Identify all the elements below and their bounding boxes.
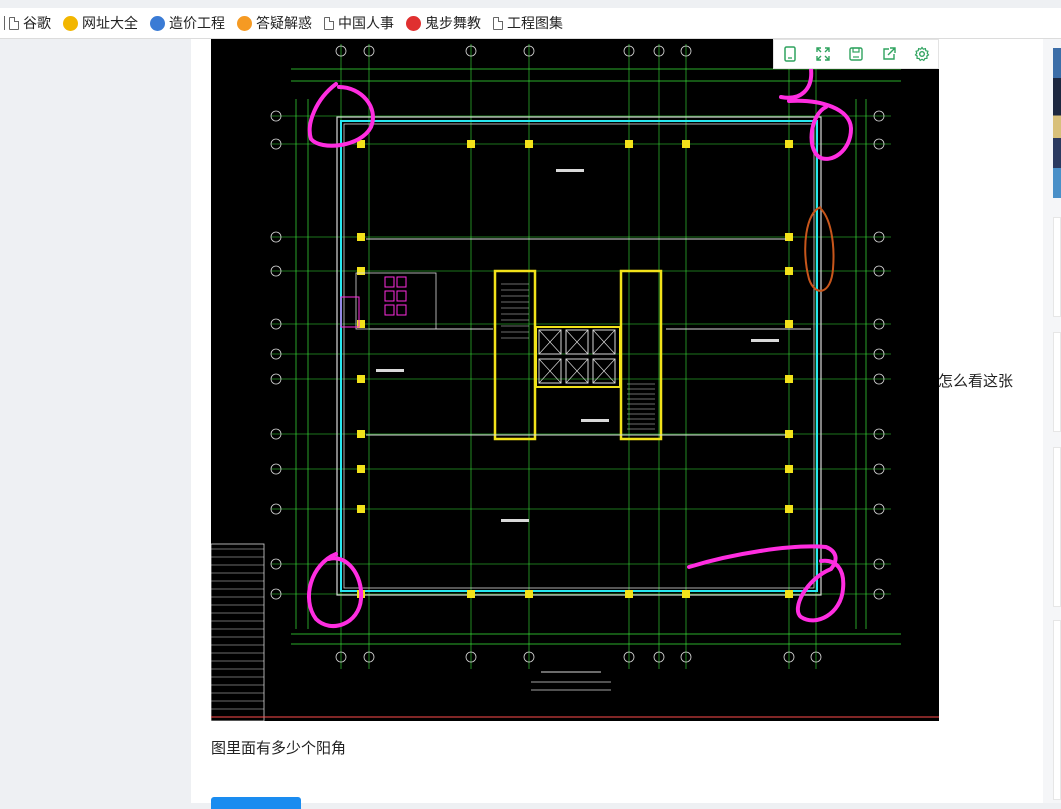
question-text: 图里面有多少个阳角 [211,739,347,757]
sidebar-panel [1053,447,1061,607]
column [525,140,533,148]
bookmark-label: 工程图集 [507,16,563,32]
bookmark-label: 答疑解惑 [256,16,312,32]
page-icon [324,16,334,30]
curtain-wall [340,120,818,592]
bookmark-2[interactable]: 造价工程 [150,13,225,33]
z-logo-icon [150,15,165,31]
question-logo-icon [237,15,252,31]
column [467,590,475,598]
fullscreen-button[interactable] [813,44,833,64]
bookmark-overflow[interactable] [0,16,5,30]
column [785,320,793,328]
settings-button[interactable] [912,44,932,64]
bookmark-5[interactable]: 鬼步舞教 [406,13,481,33]
column [357,505,365,513]
sidebar-panel [1053,620,1061,800]
orange-circle-annotation [804,206,835,292]
toilet-fixture [396,304,407,316]
bookmark-0[interactable]: 谷歌 [9,13,51,33]
column [357,267,365,275]
share-icon [883,47,896,60]
interior-wall [343,123,815,589]
cad-floor-plan-image[interactable] [211,39,939,721]
bookmark-label: 造价工程 [169,16,225,32]
fullscreen-icon [816,47,830,61]
save-button[interactable] [846,44,866,64]
toilet-fixture [396,290,407,302]
exterior-wall [336,116,822,596]
column [682,140,690,148]
fit-screen-button[interactable] [780,44,800,64]
column [625,590,633,598]
settings-icon [914,46,929,62]
bookmark-6[interactable]: 工程图集 [493,13,563,33]
column [785,140,793,148]
column [785,505,793,513]
title-block [211,543,265,721]
toilet-fixture [384,276,395,288]
ribbon-logo-icon [406,15,421,31]
floor-plan-drawing [211,44,939,721]
area-label [556,169,584,172]
column [785,465,793,473]
column [682,590,690,598]
toilet-fixture [384,290,395,302]
share-button[interactable] [879,44,899,64]
column [785,267,793,275]
bookmark-1[interactable]: 网址大全 [63,13,138,33]
thumbnail-image[interactable] [1053,48,1061,198]
bookmark-label: 中国人事 [338,16,394,32]
column [467,140,475,148]
toilet-fixture [384,304,395,316]
bookmark-4[interactable]: 中国人事 [324,13,394,33]
column [785,233,793,241]
sidebar-panel [1053,332,1061,432]
area-label [581,419,609,422]
column [357,465,365,473]
area-label [376,369,404,372]
bookmark-label: 谷歌 [23,16,51,32]
fit-screen-icon [784,46,797,62]
area-label [751,339,779,342]
page-icon [493,16,503,30]
primary-action-button[interactable] [211,797,301,809]
column [785,375,793,383]
restroom [355,272,437,330]
image-toolbar [773,39,939,69]
column [357,375,365,383]
bookmark-label: 鬼步舞教 [425,16,481,32]
area-label [501,519,529,522]
save-icon [849,47,863,61]
plus-globe-icon [63,15,78,31]
page-icon [9,16,19,30]
toilet-fixture [396,276,407,288]
column [357,233,365,241]
column [625,140,633,148]
column [525,590,533,598]
side-text-fragment: 怎么看这张 [938,372,1014,390]
column [357,430,365,438]
sidebar-panel [1053,217,1061,317]
bookmarks-bar: 谷歌 网址大全 造价工程 答疑解惑 中国人事 鬼步舞教 工程图集 [0,8,1061,39]
bookmark-label: 网址大全 [82,16,138,32]
bookmark-3[interactable]: 答疑解惑 [237,13,312,33]
column [785,430,793,438]
column [785,590,793,598]
magenta-circle-annotation [687,544,846,623]
elevator-core [535,326,621,388]
